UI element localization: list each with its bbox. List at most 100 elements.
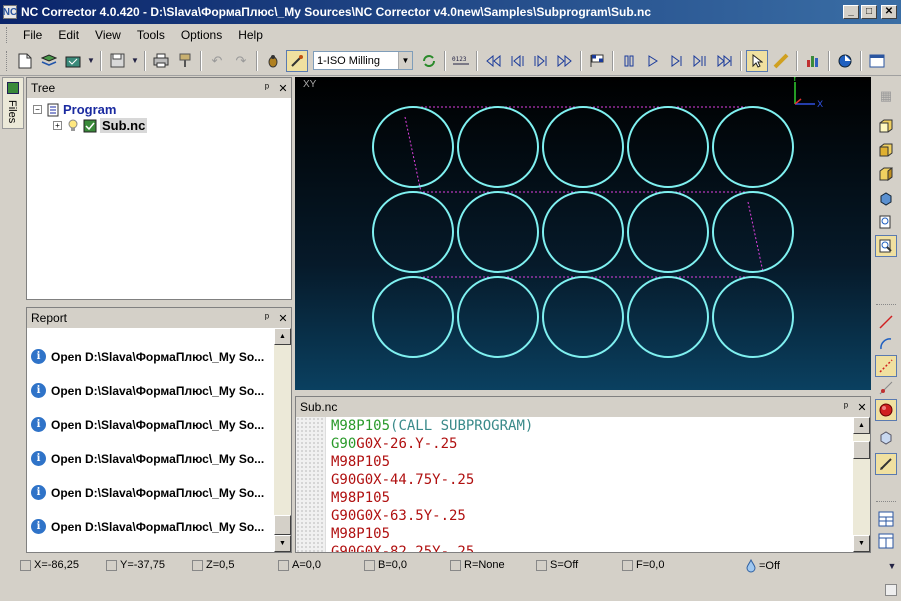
scroll-thumb[interactable]	[853, 441, 870, 459]
save-dropdown-chevron-icon[interactable]: ▼	[130, 50, 140, 72]
files-side-tab[interactable]: Files	[2, 77, 24, 129]
play-icon[interactable]	[642, 50, 664, 72]
status-checkbox[interactable]	[192, 559, 203, 571]
zoom-icon[interactable]	[875, 211, 897, 233]
status-checkbox[interactable]	[622, 559, 633, 571]
layout-split-icon[interactable]	[875, 508, 897, 530]
code-line[interactable]: M98P105	[331, 526, 390, 542]
layers-icon[interactable]	[38, 50, 60, 72]
report-entry[interactable]: i Open D:\Slava\ФормаПлюс\_My So...	[31, 451, 264, 466]
view-iso-icon[interactable]	[875, 187, 897, 209]
tree-node-program[interactable]: − Program	[33, 102, 116, 117]
dot-tool-icon[interactable]	[875, 377, 897, 399]
measure-icon[interactable]	[770, 50, 792, 72]
pin-icon[interactable]: ᵖ	[259, 312, 275, 324]
refresh-icon[interactable]	[418, 50, 440, 72]
report-entry[interactable]: i Open D:\Slava\ФормаПлюс\_My So...	[31, 485, 264, 500]
code-line[interactable]: G90G0X-26.Y-.25	[331, 436, 457, 452]
code-line[interactable]: G90G0X-82.25Y-.25	[331, 544, 474, 552]
menu-tools[interactable]: Tools	[129, 26, 173, 44]
solid-view-icon[interactable]	[875, 427, 897, 449]
skip-to-end-icon[interactable]	[714, 50, 736, 72]
scroll-down-icon[interactable]: ▼	[274, 535, 291, 552]
pause-icon[interactable]	[618, 50, 640, 72]
view-3d-icon[interactable]	[834, 50, 856, 72]
report-entry[interactable]: i Open D:\Slava\ФормаПлюс\_My So...	[31, 349, 264, 364]
scroll-thumb[interactable]	[274, 515, 291, 535]
save-icon[interactable]	[106, 50, 128, 72]
layout-table-icon[interactable]	[875, 530, 897, 552]
code-scrollbar[interactable]: ▲ ▼	[853, 417, 870, 552]
scroll-up-icon[interactable]: ▲	[853, 417, 870, 434]
collapse-icon[interactable]: −	[33, 105, 42, 114]
step-fast-icon[interactable]	[690, 50, 712, 72]
status-checkbox[interactable]	[450, 559, 461, 571]
rapid-line-icon[interactable]	[875, 355, 897, 377]
window-icon[interactable]	[866, 50, 888, 72]
status-checkbox[interactable]	[364, 559, 375, 571]
toolbar-grip[interactable]	[876, 304, 896, 307]
cursor-icon[interactable]	[746, 49, 768, 72]
zoom-fit-icon[interactable]	[875, 235, 897, 257]
graphics-viewport[interactable]: X Y X Y	[295, 77, 871, 390]
scroll-up-icon[interactable]: ▲	[274, 328, 291, 345]
fast-forward-icon[interactable]	[554, 50, 576, 72]
status-checkbox[interactable]	[278, 559, 289, 571]
status-checkbox[interactable]	[106, 559, 117, 571]
menu-options[interactable]: Options	[173, 26, 230, 44]
scroll-down-icon[interactable]: ▼	[853, 535, 870, 552]
code-line[interactable]: M98P105(CALL SUBPROGRAM)	[331, 418, 533, 434]
view-side-icon[interactable]	[875, 163, 897, 185]
resize-grip-icon[interactable]	[885, 584, 897, 596]
code-editor[interactable]: M98P105(CALL SUBPROGRAM) G90G0X-26.Y-.25 M…	[296, 417, 870, 552]
flag-icon[interactable]	[586, 50, 608, 72]
menu-file[interactable]: File	[15, 26, 50, 44]
menu-view[interactable]: View	[87, 26, 129, 44]
minimize-button[interactable]: _	[843, 5, 859, 19]
code-line[interactable]: M98P105	[331, 490, 390, 506]
maximize-button[interactable]: □	[861, 5, 877, 19]
report-scrollbar[interactable]: ▲ ▼	[274, 328, 291, 552]
new-file-icon[interactable]	[14, 50, 36, 72]
report-entry[interactable]: i Open D:\Slava\ФормаПлюс\_My So...	[31, 519, 264, 534]
code-line[interactable]: M98P105	[331, 454, 390, 470]
line-tool-icon[interactable]	[875, 311, 897, 333]
menu-edit[interactable]: Edit	[50, 26, 87, 44]
step-back-icon[interactable]	[506, 50, 528, 72]
menu-grip[interactable]	[6, 27, 9, 43]
close-icon[interactable]: ✕	[854, 401, 870, 414]
status-checkbox[interactable]	[536, 559, 547, 571]
arc-tool-icon[interactable]	[875, 333, 897, 355]
machine-select[interactable]: 1-ISO Milling ▼	[313, 51, 413, 70]
tree-node-sub[interactable]: + Sub.nc	[53, 118, 148, 133]
status-checkbox[interactable]	[20, 559, 31, 571]
chart-icon[interactable]	[802, 50, 824, 72]
code-line[interactable]: G90G0X-44.75Y-.25	[331, 472, 474, 488]
redo-icon[interactable]: ↷	[230, 50, 252, 72]
print-icon[interactable]	[150, 50, 172, 72]
pin-icon[interactable]: ᵖ	[259, 82, 275, 94]
toolbar-grip[interactable]	[876, 501, 896, 504]
record-icon[interactable]	[875, 399, 897, 421]
brush-icon[interactable]	[174, 50, 196, 72]
toolbar-grip[interactable]	[6, 50, 9, 71]
chevron-down-icon[interactable]: ▼	[398, 52, 412, 69]
bug-icon[interactable]	[262, 50, 284, 72]
report-entry[interactable]: i Open D:\Slava\ФормаПлюс\_My So...	[31, 383, 264, 398]
code-line[interactable]: G90G0X-63.5Y-.25	[331, 508, 466, 524]
expand-icon[interactable]: +	[53, 121, 62, 130]
report-entry[interactable]: i Open D:\Slava\ФормаПлюс\_My So...	[31, 417, 264, 432]
undo-icon[interactable]: ↶	[206, 50, 228, 72]
close-button[interactable]: ✕	[881, 5, 897, 19]
numbering-icon[interactable]: 0123	[450, 50, 472, 72]
toolpath-canvas[interactable]: X Y	[295, 77, 871, 390]
open-folder-icon[interactable]	[62, 50, 84, 72]
close-icon[interactable]: ✕	[275, 312, 291, 325]
machine-icon[interactable]	[286, 49, 308, 72]
pin-icon[interactable]: ᵖ	[838, 401, 854, 413]
view-top-icon[interactable]	[875, 115, 897, 137]
view-disabled-icon[interactable]: ▦	[875, 85, 897, 107]
menu-help[interactable]: Help	[230, 26, 271, 44]
tool-display-icon[interactable]	[875, 453, 897, 475]
rewind-to-start-icon[interactable]	[482, 50, 504, 72]
